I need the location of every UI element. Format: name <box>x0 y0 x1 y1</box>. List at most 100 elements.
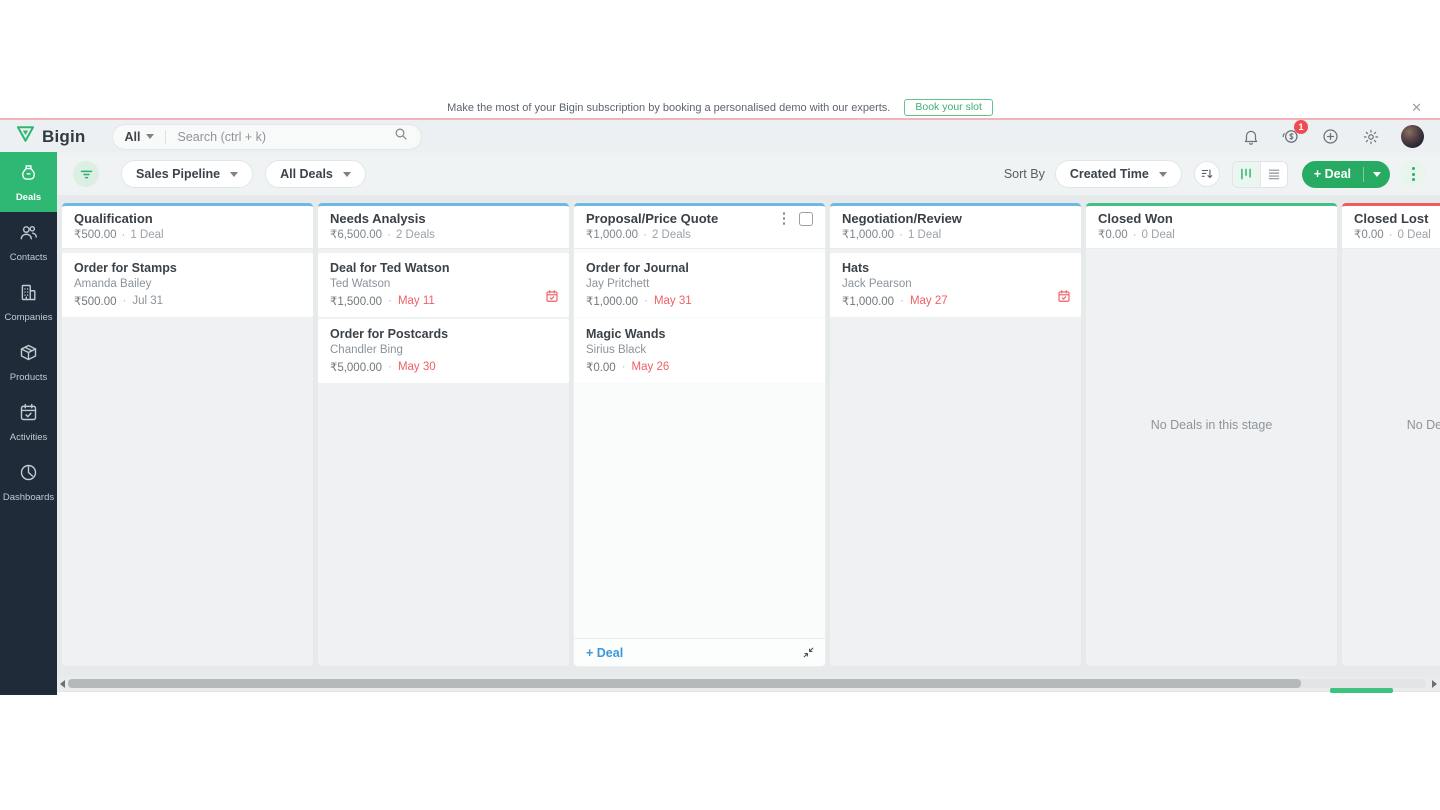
deal-title: Order for Journal <box>586 261 813 275</box>
deal-contact: Sirius Black <box>586 344 813 356</box>
sidebar-item-dashboards[interactable]: Dashboards <box>0 452 57 512</box>
reminder-calendar-icon[interactable] <box>1057 289 1071 308</box>
new-deal-button[interactable]: + Deal <box>1302 161 1390 188</box>
column-summary: ₹0.00·0 Deal <box>1098 227 1325 241</box>
contacts-icon <box>18 222 39 248</box>
deal-amount: ₹0.00 <box>586 360 616 374</box>
sidebar-item-companies[interactable]: Companies <box>0 272 57 332</box>
column-header[interactable]: Negotiation/Review₹1,000.00·1 Deal <box>830 203 1081 249</box>
column-select-checkbox[interactable] <box>799 212 813 226</box>
list-view-button[interactable] <box>1260 162 1287 187</box>
deals-icon <box>18 162 39 188</box>
deal-card[interactable]: Order for PostcardsChandler Bing₹5,000.0… <box>318 319 569 383</box>
kanban-view-button[interactable] <box>1233 162 1260 187</box>
reminder-calendar-icon[interactable] <box>545 289 559 308</box>
column-summary: ₹1,000.00·2 Deals <box>586 227 813 241</box>
deal-card[interactable]: HatsJack Pearson₹1,000.00·May 27 <box>830 253 1081 317</box>
companies-icon <box>18 282 39 308</box>
search-scope-dropdown[interactable]: All <box>125 130 155 144</box>
new-deal-dropdown[interactable] <box>1364 172 1390 177</box>
book-slot-button[interactable]: Book your slot <box>904 99 993 116</box>
column-amount: ₹1,000.00 <box>586 229 638 241</box>
credits-coin-icon[interactable]: 1 <box>1281 127 1300 146</box>
sidebar: Deals Contacts Companies Products Activities… <box>0 152 57 695</box>
bottom-green-indicator <box>1330 688 1393 693</box>
scroll-left-icon[interactable] <box>60 680 65 688</box>
column-amount: ₹0.00 <box>1354 229 1384 241</box>
add-deal-link[interactable]: + Deal <box>586 646 623 660</box>
deal-card[interactable]: Magic WandsSirius Black₹0.00·May 26 <box>574 319 825 383</box>
notification-badge: 1 <box>1294 120 1308 134</box>
kanban-column: Qualification₹500.00·1 DealOrder for Sta… <box>62 203 313 666</box>
deal-card[interactable]: Order for JournalJay Pritchett₹1,000.00·… <box>574 253 825 317</box>
sort-direction-button[interactable] <box>1194 161 1220 187</box>
pipeline-dropdown[interactable]: Sales Pipeline <box>121 160 253 188</box>
column-amount: ₹1,000.00 <box>842 229 894 241</box>
column-body: No Deals in this stage <box>1342 249 1440 666</box>
close-icon[interactable]: ✕ <box>1411 97 1422 118</box>
column-summary: ₹1,000.00·1 Deal <box>842 227 1069 241</box>
column-footer: + Deal <box>574 638 825 666</box>
column-title: Closed Lost <box>1354 211 1428 226</box>
collapse-column-icon[interactable] <box>802 646 815 659</box>
scrollbar-thumb[interactable] <box>68 679 1301 688</box>
add-circle-icon[interactable] <box>1321 127 1340 146</box>
column-title: Qualification <box>74 211 153 226</box>
column-header[interactable]: Needs Analysis₹6,500.00·2 Deals <box>318 203 569 249</box>
deal-card[interactable]: Order for StampsAmanda Bailey₹500.00·Jul… <box>62 253 313 317</box>
column-amount: ₹0.00 <box>1098 229 1128 241</box>
search-icon[interactable] <box>393 126 409 147</box>
column-summary: ₹500.00·1 Deal <box>74 227 301 241</box>
deal-card[interactable]: Deal for Ted WatsonTed Watson₹1,500.00·M… <box>318 253 569 317</box>
sidebar-item-label: Products <box>10 372 48 383</box>
deal-due-date: May 27 <box>910 295 948 307</box>
deal-contact: Jay Pritchett <box>586 278 813 290</box>
bigin-logo[interactable]: Bigin <box>16 125 86 148</box>
gear-icon[interactable] <box>1361 127 1380 146</box>
column-body: Order for JournalJay Pritchett₹1,000.00·… <box>574 249 825 666</box>
column-menu-icon[interactable] <box>781 211 788 226</box>
column-title: Closed Won <box>1098 211 1173 226</box>
deals-filter-dropdown[interactable]: All Deals <box>265 160 366 188</box>
deal-contact: Amanda Bailey <box>74 278 301 290</box>
scroll-right-icon[interactable] <box>1432 680 1437 688</box>
new-deal-label: + Deal <box>1302 167 1363 181</box>
divider <box>165 130 166 144</box>
scrollbar-track[interactable] <box>68 679 1426 688</box>
deal-amount: ₹500.00 <box>74 294 117 308</box>
column-header[interactable]: Qualification₹500.00·1 Deal <box>62 203 313 249</box>
column-body: HatsJack Pearson₹1,000.00·May 27 <box>830 249 1081 666</box>
search-input[interactable]: Search (ctrl + k) <box>177 130 392 144</box>
sidebar-item-label: Contacts <box>10 252 48 263</box>
chevron-down-icon <box>146 134 154 139</box>
avatar[interactable] <box>1401 125 1424 148</box>
header-actions: 1 <box>1241 125 1424 148</box>
sidebar-item-label: Deals <box>16 192 41 203</box>
deal-amount: ₹5,000.00 <box>330 360 382 374</box>
kanban-board: Qualification₹500.00·1 DealOrder for Sta… <box>57 195 1440 676</box>
horizontal-scrollbar[interactable] <box>57 676 1440 691</box>
sidebar-item-label: Companies <box>4 312 52 323</box>
bigin-app: Make the most of your Bigin subscription… <box>0 0 1440 810</box>
column-header[interactable]: Closed Lost₹0.00·0 Deal <box>1342 203 1440 249</box>
global-search[interactable]: All Search (ctrl + k) <box>112 124 422 150</box>
sidebar-item-label: Dashboards <box>3 492 54 503</box>
more-options-button[interactable] <box>1400 161 1426 187</box>
column-summary: ₹0.00·0 Deal <box>1354 227 1440 241</box>
bell-icon[interactable] <box>1241 127 1260 146</box>
dashboards-icon <box>18 462 39 488</box>
sidebar-item-products[interactable]: Products <box>0 332 57 392</box>
empty-stage-text: No Deals in this stage <box>1086 253 1337 432</box>
deal-title: Hats <box>842 261 1069 275</box>
column-body: No Deals in this stage <box>1086 249 1337 666</box>
column-title: Needs Analysis <box>330 211 426 226</box>
chevron-down-icon <box>1159 172 1167 177</box>
kanban-column: Proposal/Price Quote₹1,000.00·2 Deals Ord… <box>574 203 825 666</box>
column-header[interactable]: Proposal/Price Quote₹1,000.00·2 Deals <box>574 203 825 249</box>
filter-button[interactable] <box>73 161 99 187</box>
sidebar-item-deals[interactable]: Deals <box>0 152 57 212</box>
column-header[interactable]: Closed Won₹0.00·0 Deal <box>1086 203 1337 249</box>
sidebar-item-activities[interactable]: Activities <box>0 392 57 452</box>
sidebar-item-contacts[interactable]: Contacts <box>0 212 57 272</box>
sort-field-dropdown[interactable]: Created Time <box>1055 160 1182 188</box>
